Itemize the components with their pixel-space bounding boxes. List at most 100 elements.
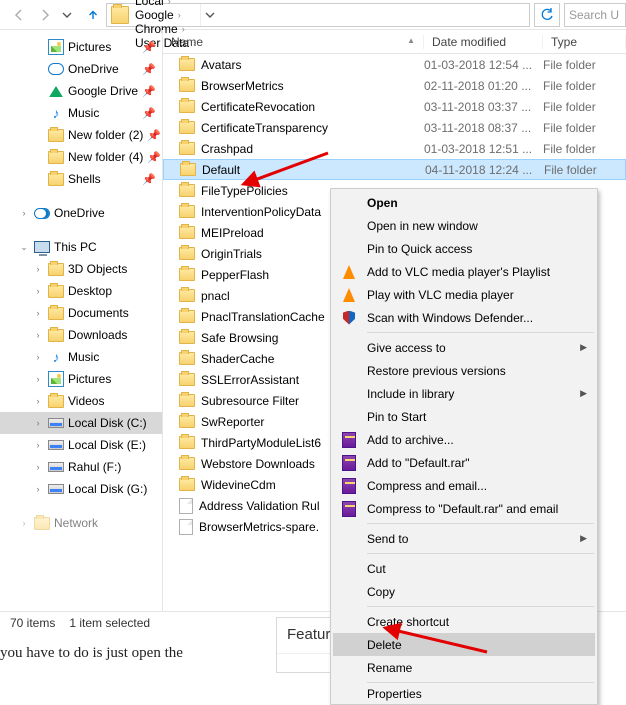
tree-item[interactable]: ›Local Disk (C:): [0, 412, 162, 434]
menu-delete[interactable]: Delete: [333, 633, 595, 656]
menu-copy[interactable]: Copy: [333, 580, 595, 603]
menu-open[interactable]: Open: [333, 191, 595, 214]
chevron-right-icon[interactable]: ›: [32, 286, 44, 296]
file-name: pnacl: [201, 289, 230, 303]
menu-rename[interactable]: Rename: [333, 656, 595, 679]
file-date: 01-03-2018 12:54 ...: [424, 58, 543, 72]
folder-icon: [179, 331, 195, 344]
tree-item[interactable]: ›Documents: [0, 302, 162, 324]
folder-icon: [34, 515, 50, 531]
menu-add-default-rar[interactable]: Add to "Default.rar": [333, 451, 595, 474]
shield-icon: [343, 311, 355, 325]
chevron-right-icon[interactable]: ›: [18, 208, 30, 218]
folder-icon: [48, 327, 64, 343]
tree-item-label: Local Disk (E:): [68, 438, 146, 452]
tree-item-label: New folder (4): [68, 150, 143, 164]
chevron-right-icon[interactable]: ›: [18, 518, 30, 528]
breadcrumb-segment[interactable]: Google›: [131, 8, 200, 22]
menu-create-shortcut[interactable]: Create shortcut: [333, 610, 595, 633]
nav-recent-button[interactable]: [54, 3, 80, 27]
menu-add-archive[interactable]: Add to archive...: [333, 428, 595, 451]
file-row[interactable]: Avatars01-03-2018 12:54 ...File folder: [163, 54, 626, 75]
tree-item[interactable]: Pictures📌: [0, 36, 162, 58]
tree-item[interactable]: OneDrive📌: [0, 58, 162, 80]
chevron-right-icon[interactable]: ›: [32, 484, 44, 494]
nav-back-button[interactable]: [6, 3, 32, 27]
menu-open-new-window[interactable]: Open in new window: [333, 214, 595, 237]
menu-pin-quick-access[interactable]: Pin to Quick access: [333, 237, 595, 260]
tree-item-label: Downloads: [68, 328, 127, 342]
music-icon: ♪: [48, 349, 64, 365]
col-date[interactable]: Date modified: [424, 35, 543, 49]
chevron-right-icon[interactable]: ›: [32, 440, 44, 450]
breadcrumb-segment[interactable]: Local›: [131, 0, 200, 8]
tree-item[interactable]: ›Rahul (F:): [0, 456, 162, 478]
tree-item[interactable]: New folder (4)📌: [0, 146, 162, 168]
chevron-right-icon[interactable]: ›: [32, 308, 44, 318]
navigation-pane[interactable]: Pictures📌OneDrive📌Google Drive📌♪Music📌Ne…: [0, 30, 163, 611]
menu-properties[interactable]: Properties: [333, 686, 595, 702]
menu-vlc-add-playlist[interactable]: Add to VLC media player's Playlist: [333, 260, 595, 283]
tree-item[interactable]: › OneDrive: [0, 202, 162, 224]
file-name: PnaclTranslationCache: [201, 310, 325, 324]
tree-item[interactable]: ›Local Disk (G:): [0, 478, 162, 500]
tree-item[interactable]: › Videos: [0, 390, 162, 412]
column-headers[interactable]: Name ▲ Date modified Type: [163, 30, 626, 54]
file-row[interactable]: BrowserMetrics02-11-2018 01:20 ...File f…: [163, 75, 626, 96]
folder-icon: [179, 58, 195, 71]
folder-icon: [48, 283, 64, 299]
tree-item[interactable]: › Downloads: [0, 324, 162, 346]
tree-item[interactable]: ♪Music📌: [0, 102, 162, 124]
chevron-right-icon[interactable]: ›: [32, 374, 44, 384]
tree-item-label: Videos: [68, 394, 104, 408]
menu-restore-versions[interactable]: Restore previous versions: [333, 359, 595, 382]
file-row[interactable]: Default04-11-2018 12:24 ...File folder: [163, 159, 626, 180]
folder-icon: [48, 149, 64, 165]
search-input[interactable]: Search U: [564, 3, 626, 27]
file-row[interactable]: Crashpad01-03-2018 12:51 ...File folder: [163, 138, 626, 159]
menu-include-library[interactable]: Include in library▶: [333, 382, 595, 405]
chevron-right-icon[interactable]: ›: [32, 264, 44, 274]
tree-item[interactable]: New folder (2)📌: [0, 124, 162, 146]
menu-give-access[interactable]: Give access to▶: [333, 336, 595, 359]
tree-item[interactable]: ›3D Objects: [0, 258, 162, 280]
menu-send-to[interactable]: Send to▶: [333, 527, 595, 550]
file-row[interactable]: CertificateTransparency03-11-2018 08:37 …: [163, 117, 626, 138]
chevron-right-icon[interactable]: ›: [32, 396, 44, 406]
tree-item-label: Network: [54, 516, 98, 530]
col-name[interactable]: Name ▲: [163, 35, 424, 49]
chevron-right-icon[interactable]: ›: [32, 330, 44, 340]
chevron-down-icon[interactable]: ⌄: [18, 242, 30, 253]
file-date: 04-11-2018 12:24 ...: [425, 163, 544, 177]
context-menu[interactable]: Open Open in new window Pin to Quick acc…: [330, 188, 598, 705]
tree-item[interactable]: Google Drive📌: [0, 80, 162, 102]
tree-item[interactable]: ›♪Music: [0, 346, 162, 368]
menu-compress-default-email[interactable]: Compress to "Default.rar" and email: [333, 497, 595, 520]
menu-cut[interactable]: Cut: [333, 557, 595, 580]
refresh-button[interactable]: [534, 3, 560, 27]
chevron-right-icon[interactable]: ›: [32, 418, 44, 428]
col-type[interactable]: Type: [543, 35, 626, 49]
menu-pin-start[interactable]: Pin to Start: [333, 405, 595, 428]
tree-item[interactable]: Shells📌: [0, 168, 162, 190]
menu-scan-defender[interactable]: Scan with Windows Defender...: [333, 306, 595, 329]
folder-icon: [179, 415, 195, 428]
file-name: Safe Browsing: [201, 331, 278, 345]
tree-item-label: OneDrive: [54, 206, 105, 220]
tree-item[interactable]: › Network: [0, 512, 162, 534]
folder-icon: [179, 289, 195, 302]
nav-up-button[interactable]: [80, 3, 106, 27]
tree-item[interactable]: ›Desktop: [0, 280, 162, 302]
address-bar[interactable]: AppData›Local›Google›Chrome›User Data›: [106, 3, 530, 27]
path-dropdown-button[interactable]: [200, 4, 218, 26]
menu-vlc-play[interactable]: Play with VLC media player: [333, 283, 595, 306]
tree-item[interactable]: › Local Disk (E:): [0, 434, 162, 456]
menu-compress-email[interactable]: Compress and email...: [333, 474, 595, 497]
file-row[interactable]: CertificateRevocation03-11-2018 03:37 ..…: [163, 96, 626, 117]
tree-item[interactable]: ⌄This PC: [0, 236, 162, 258]
chevron-right-icon[interactable]: ›: [32, 462, 44, 472]
pin-icon: 📌: [142, 63, 156, 76]
chevron-right-icon[interactable]: ›: [32, 352, 44, 362]
tree-item-label: New folder (2): [68, 128, 143, 142]
tree-item[interactable]: ›Pictures: [0, 368, 162, 390]
